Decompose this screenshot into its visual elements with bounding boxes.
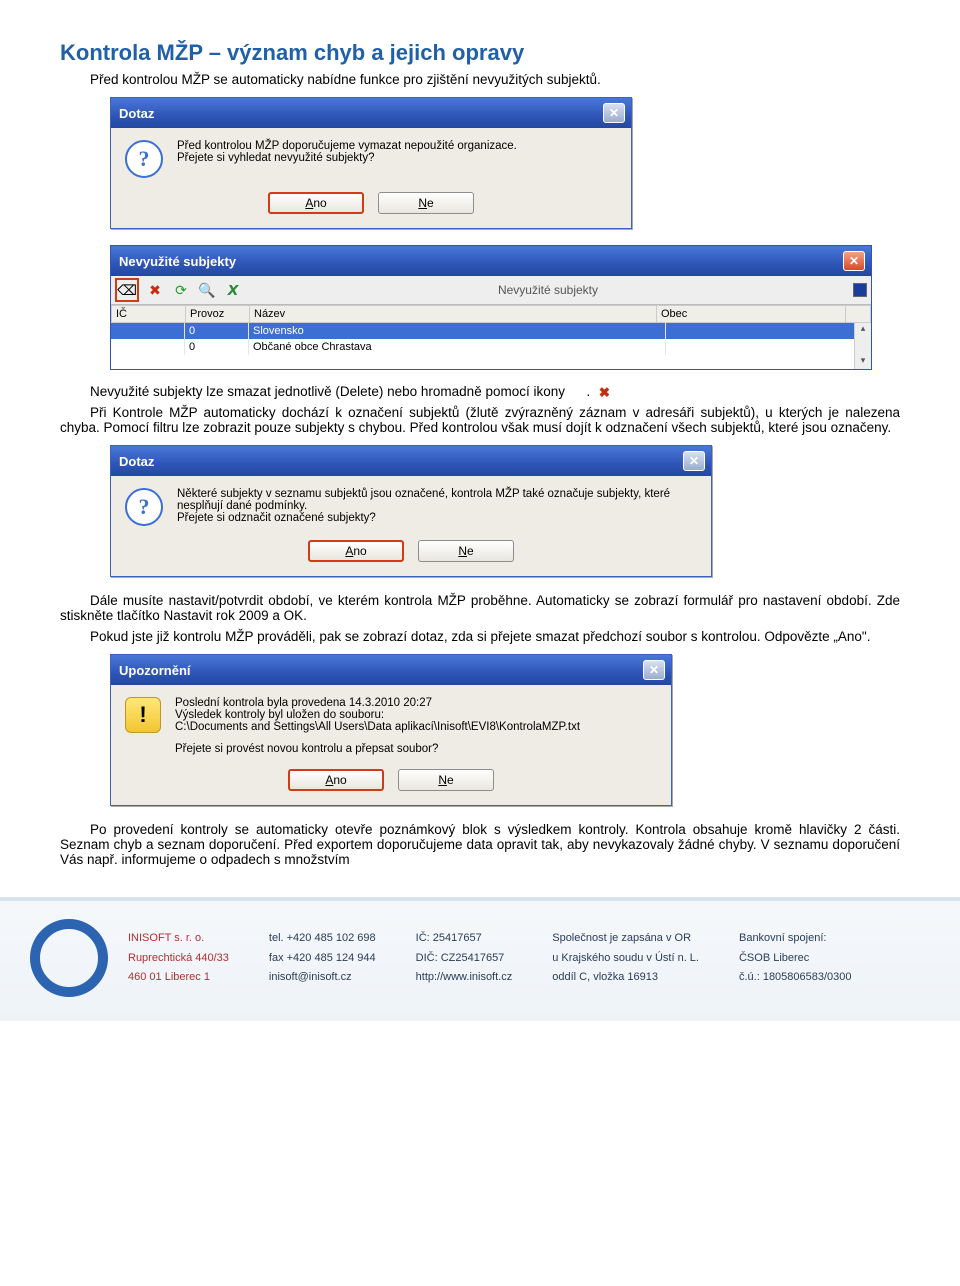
footer-company: INISOFT s. r. o. bbox=[128, 929, 229, 949]
warning-icon bbox=[125, 697, 161, 733]
no-button[interactable]: Ne bbox=[378, 192, 474, 214]
control-paragraph: Při Kontrole MŽP automaticky dochází k o… bbox=[60, 405, 900, 435]
dialog3-line4: Přejete si provést novou kontrolu a přep… bbox=[175, 743, 580, 755]
close-icon[interactable]: ✕ bbox=[643, 660, 665, 680]
period-paragraph: Dále musíte nastavit/potvrdit období, ve… bbox=[60, 593, 900, 623]
window-nevyuzite-subjekty: Nevyužité subjekty ✕ ⌫ ✖ ⟳ 🔍 𝙓 Nevyužité… bbox=[110, 245, 872, 370]
yes-button[interactable]: Ano bbox=[308, 540, 404, 562]
dialog1-line1: Před kontrolou MŽP doporučujeme vymazat … bbox=[177, 140, 517, 152]
column-header-obec[interactable]: Obec bbox=[657, 305, 846, 323]
delete-paragraph: Nevyužité subjekty lze smazat jednotlivě… bbox=[60, 384, 900, 399]
dialog3-line3: C:\Documents and Settings\All Users\Data… bbox=[175, 721, 580, 733]
delete-all-icon[interactable]: ⌫ bbox=[115, 278, 139, 302]
scroll-down-icon[interactable]: ▾ bbox=[856, 355, 870, 369]
after-paragraph: Po provedení kontroly se automaticky ote… bbox=[60, 822, 900, 867]
page-heading: Kontrola MŽP – význam chyb a jejich opra… bbox=[60, 40, 900, 66]
footer-dic: DIČ: CZ25417657 bbox=[416, 949, 513, 969]
dialog-dotaz-1: Dotaz ✕ ? Před kontrolou MŽP doporučujem… bbox=[110, 97, 632, 229]
close-icon[interactable]: ✕ bbox=[843, 251, 865, 271]
footer-bank3: č.ú.: 1805806583/0300 bbox=[739, 968, 852, 988]
footer-tel: tel. +420 485 102 698 bbox=[269, 929, 376, 949]
already-paragraph: Pokud jste již kontrolu MŽP prováděli, p… bbox=[60, 629, 900, 644]
column-header-ic[interactable]: IČ bbox=[111, 305, 186, 323]
close-icon[interactable]: ✕ bbox=[603, 103, 625, 123]
footer-reg2: u Krajského soudu v Ústí n. L. bbox=[552, 949, 699, 969]
export-excel-icon[interactable]: 𝙓 bbox=[223, 280, 243, 300]
no-button[interactable]: Ne bbox=[398, 769, 494, 791]
dialog3-line1: Poslední kontrola byla provedena 14.3.20… bbox=[175, 697, 580, 709]
table-row bbox=[111, 355, 854, 369]
subjects-window-title: Nevyužité subjekty bbox=[119, 254, 236, 269]
column-header-provoz[interactable]: Provoz bbox=[186, 305, 250, 323]
footer-bank1: Bankovní spojení: bbox=[739, 929, 852, 949]
delete-icon[interactable]: ✖ bbox=[145, 280, 165, 300]
dialog2-line1: Některé subjekty v seznamu subjektů jsou… bbox=[177, 488, 697, 512]
dialog3-title: Upozornění bbox=[119, 663, 191, 678]
yes-button[interactable]: Ano bbox=[288, 769, 384, 791]
question-icon: ? bbox=[125, 140, 163, 178]
intro-paragraph: Před kontrolou MŽP se automaticky nabídn… bbox=[60, 72, 900, 87]
dialog1-line2: Přejete si vyhledat nevyužité subjekty? bbox=[177, 152, 517, 164]
scroll-up-icon[interactable]: ▴ bbox=[856, 323, 870, 337]
footer-fax: fax +420 485 124 944 bbox=[269, 949, 376, 969]
footer-reg3: oddíl C, vložka 16913 bbox=[552, 968, 699, 988]
refresh-icon[interactable]: ⟳ bbox=[171, 280, 191, 300]
dialog3-line2: Výsledek kontroly byl uložen do souboru: bbox=[175, 709, 580, 721]
footer-address2: 460 01 Liberec 1 bbox=[128, 968, 229, 988]
search-icon[interactable]: 🔍 bbox=[197, 280, 217, 300]
dialog-upozorneni: Upozornění ✕ Poslední kontrola byla prov… bbox=[110, 654, 672, 806]
table-row[interactable]: 0 Slovensko bbox=[111, 323, 854, 339]
dialog2-line2: Přejete si odznačit označené subjekty? bbox=[177, 512, 697, 524]
dialog2-title: Dotaz bbox=[119, 454, 154, 469]
toolbar-title: Nevyužité subjekty bbox=[249, 283, 847, 297]
question-icon: ? bbox=[125, 488, 163, 526]
dialog-dotaz-2: Dotaz ✕ ? Některé subjekty v seznamu sub… bbox=[110, 445, 712, 577]
footer-bank2: ČSOB Liberec bbox=[739, 949, 852, 969]
footer-email: inisoft@inisoft.cz bbox=[269, 968, 376, 988]
yes-button[interactable]: Ano bbox=[268, 192, 364, 214]
company-logo-icon bbox=[30, 919, 108, 997]
dialog1-title: Dotaz bbox=[119, 106, 154, 121]
footer-web: http://www.inisoft.cz bbox=[416, 968, 513, 988]
footer-ic: IČ: 25417657 bbox=[416, 929, 513, 949]
save-icon[interactable] bbox=[853, 283, 867, 297]
no-button[interactable]: Ne bbox=[418, 540, 514, 562]
footer-reg1: Společnost je zapsána v OR bbox=[552, 929, 699, 949]
table-row[interactable]: 0 Občané obce Chrastava bbox=[111, 339, 854, 355]
footer-address1: Ruprechtická 440/33 bbox=[128, 949, 229, 969]
close-icon[interactable]: ✕ bbox=[683, 451, 705, 471]
delete-x-icon: ✖ bbox=[569, 385, 583, 399]
column-header-nazev[interactable]: Název bbox=[250, 305, 657, 323]
page-footer: INISOFT s. r. o. Ruprechtická 440/33 460… bbox=[0, 897, 960, 1021]
